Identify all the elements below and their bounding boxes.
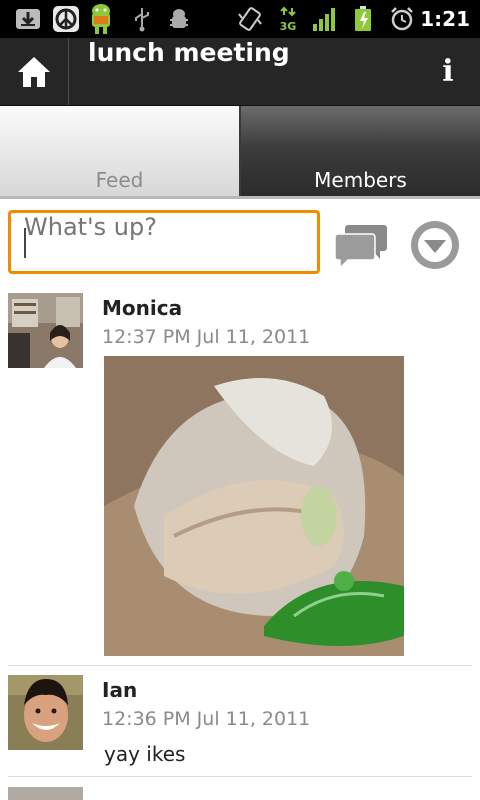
- tab-bar: Feed Members: [0, 106, 480, 198]
- post-divider: [8, 776, 472, 777]
- post-timestamp: 12:36 PM Jul 11, 2011: [102, 708, 311, 730]
- tab-members-label: Members: [314, 168, 407, 192]
- android-app-icon: [92, 4, 110, 34]
- dropdown-icon[interactable]: [409, 219, 461, 271]
- usb-debugging-icon: [170, 9, 188, 28]
- tab-members[interactable]: Members: [241, 106, 480, 198]
- avatar[interactable]: [8, 293, 83, 368]
- avatar[interactable]: [8, 787, 83, 800]
- home-button[interactable]: [0, 38, 69, 105]
- post-author[interactable]: Ian: [102, 678, 137, 702]
- post-divider: [8, 665, 472, 666]
- status-bar: 3G 1:21: [0, 0, 480, 38]
- post-text: yay ikes: [104, 742, 186, 766]
- signal-icon: [313, 8, 335, 31]
- vibrate-icon: [238, 7, 262, 31]
- post-author[interactable]: Monica: [102, 296, 182, 320]
- peace-app-icon: [53, 6, 79, 32]
- 3g-data-icon: 3G: [280, 6, 297, 32]
- avatar[interactable]: [8, 675, 83, 750]
- post-timestamp: 12:37 PM Jul 11, 2011: [102, 326, 311, 348]
- svg-text:3G: 3G: [280, 20, 297, 32]
- tab-underline: [0, 196, 480, 199]
- clock: 1:21: [420, 7, 470, 31]
- status-input-box[interactable]: [8, 210, 320, 274]
- battery-charging-icon: [355, 6, 371, 31]
- status-input[interactable]: [24, 213, 314, 241]
- tab-feed-label: Feed: [95, 168, 144, 192]
- home-icon: [18, 57, 50, 87]
- usb-icon: [135, 8, 149, 32]
- alarm-icon: [391, 7, 413, 31]
- page-title: lunch meeting: [88, 38, 290, 67]
- comments-icon[interactable]: [334, 222, 388, 268]
- title-bar: lunch meeting i: [0, 38, 480, 106]
- tab-feed[interactable]: Feed: [0, 106, 239, 198]
- info-button[interactable]: i: [436, 38, 460, 105]
- post-photo[interactable]: [104, 356, 404, 656]
- download-icon: [16, 9, 40, 29]
